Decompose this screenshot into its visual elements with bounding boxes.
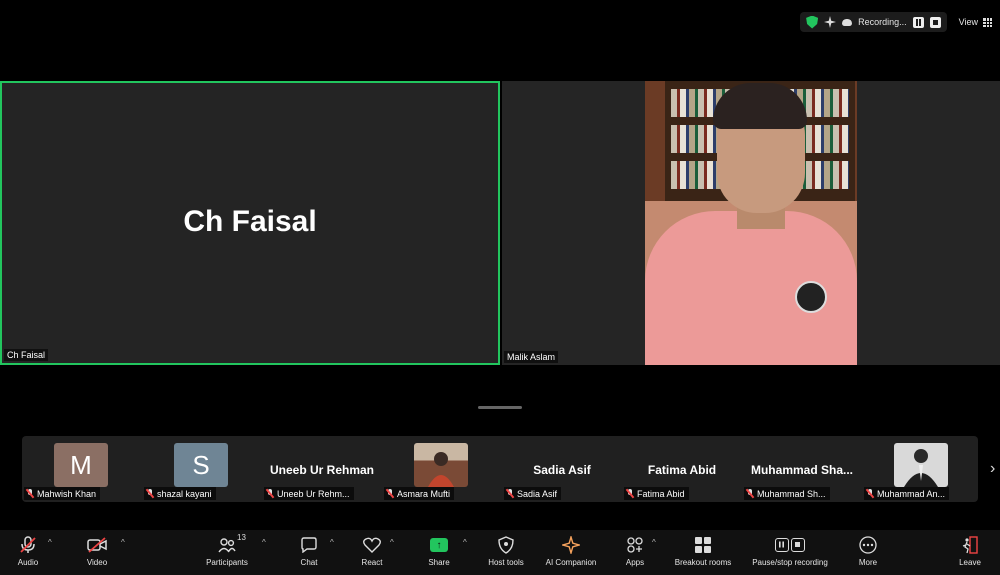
thumb-name-label: Mahwish Khan <box>24 487 101 500</box>
participant-tile-ch-faisal[interactable]: Ch Faisal Ch Faisal <box>0 81 500 365</box>
host-shield-icon <box>495 535 517 555</box>
host-tools-button[interactable]: Host tools <box>471 535 541 567</box>
participants-button[interactable]: 13 Participants <box>192 533 262 567</box>
gallery-thumb[interactable]: Fatima Abid Fatima Abid <box>622 436 742 502</box>
participant-name-label: Ch Faisal <box>4 349 49 361</box>
audio-options-caret-icon[interactable]: ^ <box>48 538 52 547</box>
apps-button[interactable]: Apps <box>600 535 670 567</box>
mic-muted-icon <box>17 535 39 555</box>
participant-tile-malik-aslam[interactable]: Malik Aslam <box>502 81 1000 365</box>
thumb-display-name: Muhammad Sha... <box>750 463 854 477</box>
participant-name-large: Ch Faisal <box>183 205 317 238</box>
ai-sparkle-icon <box>560 535 582 555</box>
mic-muted-icon <box>626 489 634 498</box>
share-screen-icon: ↑ <box>428 535 450 555</box>
gallery-thumb[interactable]: Muhammad An... <box>862 436 982 502</box>
thumb-display-name: Uneeb Ur Rehman <box>269 463 375 477</box>
meeting-status-bar: Recording... View <box>800 12 992 32</box>
shield-icon[interactable] <box>806 15 819 29</box>
apps-options-caret-icon[interactable]: ^ <box>652 538 656 547</box>
mic-muted-icon <box>506 489 514 498</box>
thumb-name-label: shazal kayani <box>144 487 216 500</box>
avatar: M <box>54 443 108 487</box>
avatar-photo <box>414 443 468 487</box>
thumb-display-name: Sadia Asif <box>533 463 591 477</box>
gallery-resize-handle[interactable] <box>478 406 522 409</box>
mic-muted-icon <box>26 489 34 498</box>
breakout-rooms-icon <box>692 535 714 555</box>
cloud-icon <box>842 18 853 26</box>
view-button[interactable]: View <box>959 17 992 27</box>
audio-button[interactable]: Audio <box>0 535 63 567</box>
gallery-thumb[interactable]: Muhammad Sha... Muhammad Sh... <box>742 436 862 502</box>
thumb-name-label: Fatima Abid <box>624 487 689 500</box>
gallery-strip: M Mahwish Khan S shazal kayani Uneeb Ur … <box>22 436 978 502</box>
gallery-thumb[interactable]: Asmara Mufti <box>382 436 502 502</box>
chat-icon <box>298 535 320 555</box>
video-feed <box>645 81 857 365</box>
thumb-name-label: Muhammad Sh... <box>744 487 830 500</box>
react-button[interactable]: React <box>337 535 407 567</box>
gallery-thumb[interactable]: S shazal kayani <box>142 436 262 502</box>
heart-icon <box>361 535 383 555</box>
breakout-rooms-button[interactable]: Breakout rooms <box>668 535 738 567</box>
recording-status[interactable]: Recording... <box>800 12 947 32</box>
recording-label: Recording... <box>858 17 907 27</box>
thumb-name-label: Muhammad An... <box>864 487 950 500</box>
thumb-name-label: Asmara Mufti <box>384 487 455 500</box>
participants-icon: 13 <box>216 533 246 555</box>
video-options-caret-icon[interactable]: ^ <box>121 538 125 547</box>
thumb-name-label: Sadia Asif <box>504 487 562 500</box>
avatar-photo <box>894 443 948 487</box>
pause-stop-recording-button[interactable]: Pause/stop recording <box>748 535 832 567</box>
mic-muted-icon <box>266 489 274 498</box>
sparkle-icon[interactable] <box>824 16 837 28</box>
pause-stop-recording-icon <box>770 535 810 555</box>
thumb-display-name: Fatima Abid <box>647 463 717 477</box>
more-options-icon <box>857 535 879 555</box>
gallery-next-arrow-icon[interactable]: › <box>990 460 1000 478</box>
pause-recording-button[interactable] <box>912 16 924 28</box>
apps-icon <box>624 535 646 555</box>
mic-muted-icon <box>146 489 154 498</box>
thumb-name-label: Uneeb Ur Rehm... <box>264 487 354 500</box>
stop-recording-button[interactable] <box>929 16 941 28</box>
leave-door-icon <box>959 535 981 555</box>
share-options-caret-icon[interactable]: ^ <box>463 538 467 547</box>
mic-muted-icon <box>386 489 394 498</box>
avatar: S <box>174 443 228 487</box>
ai-companion-button[interactable]: AI Companion <box>536 535 606 567</box>
mic-muted-icon <box>746 489 754 498</box>
gallery-thumb[interactable]: Sadia Asif Sadia Asif <box>502 436 622 502</box>
mic-muted-icon <box>866 489 874 498</box>
gallery-thumb[interactable]: M Mahwish Khan <box>22 436 142 502</box>
participant-name-label: Malik Aslam <box>504 351 559 363</box>
participants-options-caret-icon[interactable]: ^ <box>262 538 266 547</box>
shirt-logo <box>795 281 827 313</box>
gallery-thumb[interactable]: Uneeb Ur Rehman Uneeb Ur Rehm... <box>262 436 382 502</box>
participant-count: 13 <box>237 533 246 542</box>
react-options-caret-icon[interactable]: ^ <box>390 538 394 547</box>
video-off-icon <box>86 535 108 555</box>
meeting-toolbar: Audio ^ Video ^ 13 Participants ^ Chat ^… <box>0 530 1000 575</box>
view-label: View <box>958 17 978 27</box>
leave-button[interactable]: Leave <box>940 535 1000 567</box>
chat-options-caret-icon[interactable]: ^ <box>330 538 334 547</box>
grid-icon <box>983 17 992 27</box>
more-button[interactable]: More <box>833 535 903 567</box>
